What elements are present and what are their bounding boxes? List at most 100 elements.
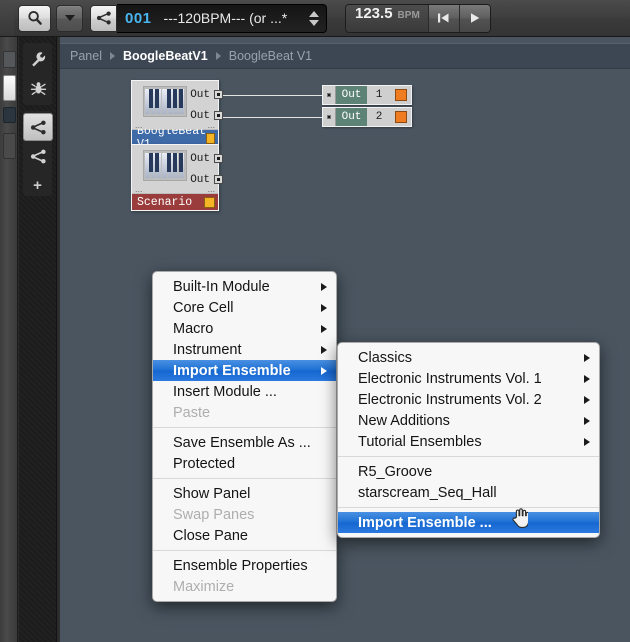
menu-item-label: Tutorial Ensembles bbox=[358, 433, 482, 450]
context-menu[interactable]: Built-In Module Core Cell Macro Instrument I… bbox=[152, 271, 337, 602]
port-connector-dot[interactable] bbox=[214, 175, 223, 184]
terminal-number: 1 bbox=[375, 89, 383, 101]
sidebar-item-properties[interactable] bbox=[23, 45, 53, 73]
preset-name: ---120BPM--- (or ...* bbox=[163, 10, 288, 26]
menu-item-close-pane[interactable]: Close Pane bbox=[153, 525, 336, 546]
terminal-connector-dot[interactable] bbox=[323, 86, 336, 104]
module-booglebeat-v1[interactable]: Out Out ... ... BoogleBeat V1 bbox=[131, 80, 223, 151]
menu-item-show-panel[interactable]: Show Panel bbox=[153, 483, 336, 504]
module-status-badge[interactable] bbox=[204, 196, 215, 208]
sidebar-item-structure-alt[interactable] bbox=[23, 142, 53, 170]
preset-field[interactable]: 001 ---120BPM--- (or ...* bbox=[117, 3, 327, 33]
bpm-display[interactable]: 123.5 BPM bbox=[346, 4, 428, 32]
module-resize-hints: ... ... bbox=[135, 120, 215, 130]
terminal-indicator-wrap bbox=[391, 86, 411, 104]
play-icon bbox=[470, 13, 480, 23]
magnifier-icon bbox=[27, 10, 42, 25]
menu-item-label: Protected bbox=[173, 455, 236, 472]
menu-item-core-cell[interactable]: Core Cell bbox=[153, 297, 336, 318]
menu-item-label: Maximize bbox=[173, 578, 235, 595]
menu-item-label: starscream_Seq_Hall bbox=[358, 484, 497, 501]
menu-item-built-in-module[interactable]: Built-In Module bbox=[153, 276, 336, 297]
menu-item-label: Insert Module ... bbox=[173, 383, 277, 400]
sidebar-item-structure[interactable] bbox=[23, 113, 53, 141]
menu-item-import-ensemble[interactable]: Import Ensemble bbox=[153, 360, 336, 381]
submenu-item-new-additions[interactable]: New Additions bbox=[338, 410, 599, 431]
menu-item-label: Close Pane bbox=[173, 527, 248, 544]
output-terminal-1[interactable]: Out 1 bbox=[322, 85, 412, 105]
bpm-value: 123.5 bbox=[355, 4, 393, 22]
terminal-indicator[interactable] bbox=[395, 89, 407, 101]
module-body: Out Out ... ... bbox=[132, 145, 223, 194]
port-connector-dot[interactable] bbox=[214, 90, 223, 99]
module-port-out-1[interactable]: Out bbox=[190, 148, 223, 169]
sidebar-item-add[interactable]: + bbox=[23, 177, 52, 194]
search-button[interactable] bbox=[18, 4, 51, 32]
edge-chip-4[interactable] bbox=[3, 133, 16, 159]
terminal-label-wrap: Out bbox=[336, 108, 367, 126]
module-status-badge[interactable] bbox=[206, 132, 215, 144]
submenu-item-starscream-seq-hall[interactable]: starscream_Seq_Hall bbox=[338, 482, 599, 503]
menu-item-protected[interactable]: Protected bbox=[153, 453, 336, 474]
breadcrumb-item-booglebeat-v1[interactable]: BoogleBeat V1 bbox=[229, 49, 312, 63]
structure-canvas[interactable]: Panel BoogleBeatV1 BoogleBeat V1 Out Out… bbox=[58, 37, 630, 642]
menu-item-macro[interactable]: Macro bbox=[153, 318, 336, 339]
spinner-up-arrow-icon[interactable] bbox=[309, 10, 319, 17]
bpm-unit-label: BPM bbox=[397, 9, 420, 21]
transport-controls: 123.5 BPM bbox=[345, 3, 491, 33]
menu-item-save-ensemble-as[interactable]: Save Ensemble As ... bbox=[153, 432, 336, 453]
module-resize-hints: ... ... bbox=[135, 184, 215, 194]
module-scenario[interactable]: Out Out ... ... Scenario bbox=[131, 144, 223, 211]
ellipsis-right: ... bbox=[207, 120, 215, 130]
sidebar-item-debug[interactable] bbox=[23, 74, 53, 102]
submenu-item-electronic-instruments-vol-1[interactable]: Electronic Instruments Vol. 1 bbox=[338, 368, 599, 389]
context-submenu-import-ensemble[interactable]: Classics Electronic Instruments Vol. 1 Ele… bbox=[337, 342, 600, 538]
menu-item-paste: Paste bbox=[153, 402, 336, 423]
menu-item-label: Electronic Instruments Vol. 1 bbox=[358, 370, 542, 387]
menu-item-label: Classics bbox=[358, 349, 412, 366]
terminal-connector-dot[interactable] bbox=[323, 108, 336, 126]
play-button[interactable] bbox=[458, 4, 490, 32]
module-title-bar[interactable]: Scenario bbox=[132, 193, 218, 210]
submenu-arrow-icon bbox=[321, 303, 327, 312]
edge-chip-1[interactable] bbox=[3, 51, 16, 68]
structure-view-button[interactable] bbox=[90, 4, 117, 32]
menu-item-instrument[interactable]: Instrument bbox=[153, 339, 336, 360]
output-terminal-2[interactable]: Out 2 bbox=[322, 107, 412, 127]
port-label: Out bbox=[190, 152, 210, 165]
menu-separator bbox=[153, 427, 336, 428]
submenu-arrow-icon bbox=[584, 437, 590, 446]
ellipsis-right: ... bbox=[207, 184, 215, 194]
submenu-item-r5-groove[interactable]: R5_Groove bbox=[338, 461, 599, 482]
ellipsis-left: ... bbox=[135, 120, 143, 130]
module-port-out-1[interactable]: Out bbox=[190, 84, 223, 105]
terminal-label: Out bbox=[341, 89, 362, 101]
terminal-indicator[interactable] bbox=[395, 111, 407, 123]
submenu-item-tutorial-ensembles[interactable]: Tutorial Ensembles bbox=[338, 431, 599, 452]
output-terminals: Out 1 Out 2 bbox=[322, 85, 412, 129]
preset-dropdown-button[interactable] bbox=[56, 4, 83, 32]
menu-separator bbox=[153, 550, 336, 551]
connection-cable-1 bbox=[220, 95, 324, 96]
preset-number: 001 bbox=[125, 9, 152, 27]
chevron-right-icon bbox=[109, 52, 115, 60]
submenu-item-import-ensemble[interactable]: Import Ensemble ... bbox=[338, 512, 599, 533]
menu-item-insert-module[interactable]: Insert Module ... bbox=[153, 381, 336, 402]
submenu-item-classics[interactable]: Classics bbox=[338, 347, 599, 368]
preset-stepper[interactable] bbox=[309, 10, 322, 26]
port-connector-dot[interactable] bbox=[214, 111, 223, 120]
rewind-button[interactable] bbox=[427, 4, 459, 32]
module-body: Out Out ... ... bbox=[132, 81, 223, 130]
submenu-item-electronic-instruments-vol-2[interactable]: Electronic Instruments Vol. 2 bbox=[338, 389, 599, 410]
spinner-down-arrow-icon[interactable] bbox=[309, 19, 319, 26]
edge-chip-2-active[interactable] bbox=[3, 75, 16, 101]
menu-item-ensemble-properties[interactable]: Ensemble Properties bbox=[153, 555, 336, 576]
breadcrumb-item-panel[interactable]: Panel bbox=[70, 49, 102, 63]
submenu-arrow-icon bbox=[321, 366, 327, 375]
breadcrumb-item-booglebeatv1[interactable]: BoogleBeatV1 bbox=[123, 49, 208, 63]
chevron-right-icon bbox=[215, 52, 221, 60]
edge-chip-3[interactable] bbox=[3, 107, 16, 123]
menu-item-label: Import Ensemble bbox=[173, 362, 291, 379]
menu-separator bbox=[338, 456, 599, 457]
port-connector-dot[interactable] bbox=[214, 154, 223, 163]
